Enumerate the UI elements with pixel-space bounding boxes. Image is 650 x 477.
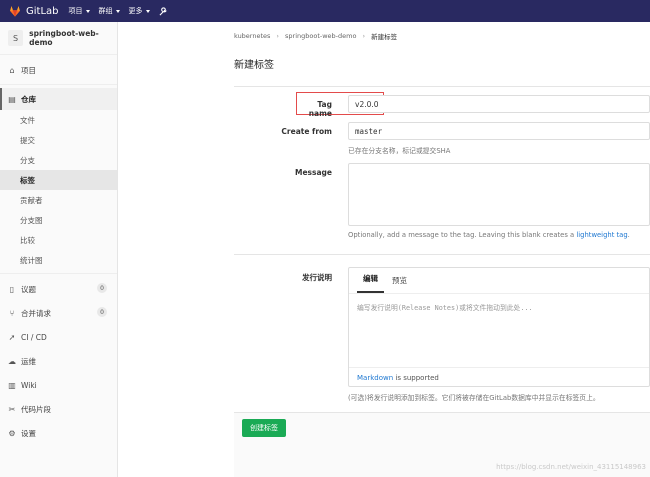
watermark-text: https://blog.csdn.net/weixin_43115148963 [496, 463, 646, 471]
create-from-help: 已存在分支名称，标记或提交SHA [348, 147, 451, 155]
lightweight-tag-link[interactable]: lightweight tag [576, 231, 627, 239]
markdown-link[interactable]: Markdown [357, 374, 393, 382]
page-title: 新建标签 [234, 60, 274, 71]
section-divider [234, 254, 650, 255]
sidebar-item-wiki[interactable]: ▥ Wiki [0, 373, 117, 397]
gitlab-logo[interactable]: GitLab [8, 4, 69, 18]
document-icon: ▤ [8, 94, 16, 104]
release-notes-label: 发行说明 [302, 273, 332, 282]
caret-down-icon [145, 9, 150, 13]
message-label: Message [295, 168, 332, 177]
editor-footer: Markdown is supported [349, 367, 649, 387]
tab-write[interactable]: 编辑 [357, 273, 384, 293]
project-name: springboot-web-demo [29, 29, 99, 47]
sidebar-item-operations[interactable]: ☁ 运维 [0, 349, 117, 373]
tab-preview[interactable]: 预览 [386, 275, 413, 293]
caret-down-icon [85, 9, 90, 13]
wrench-icon [159, 6, 167, 15]
sidebar-sub-contributors[interactable]: 贡献者 [0, 190, 117, 210]
breadcrumb-project[interactable]: springboot-web-demo [285, 32, 356, 40]
main-content: kubernetes › springboot-web-demo › 新建标签 … [118, 22, 650, 477]
rocket-icon: ➚ [8, 332, 16, 342]
sidebar-item-settings[interactable]: ⚙ 设置 [0, 421, 117, 445]
nav-more[interactable]: 更多 [129, 6, 150, 16]
brand-name: GitLab [26, 5, 59, 17]
cloud-icon: ☁ [8, 356, 16, 366]
create-from-input[interactable]: master [348, 122, 650, 140]
sidebar-sub-files[interactable]: 文件 [0, 110, 117, 130]
nav-groups[interactable]: 群组 [99, 6, 120, 16]
tag-name-label: Tag name [308, 100, 332, 118]
chevron-right-icon: › [362, 32, 366, 40]
nav-projects[interactable]: 项目 [69, 6, 90, 16]
admin-wrench-button[interactable] [159, 6, 168, 16]
message-help: Optionally, add a message to the tag. Le… [348, 231, 630, 239]
sidebar-item-merge-requests[interactable]: ⑂ 合并请求 0 [0, 301, 117, 325]
release-notes-editor: 编辑 预览 编写发行说明(Release Notes)或将文件拖动到此处... … [348, 267, 650, 387]
merge-request-icon: ⑂ [9, 308, 15, 318]
sidebar-item-repository[interactable]: ▤ 仓库 [0, 88, 117, 110]
sidebar-item-project[interactable]: ⌂ 项目 [0, 59, 117, 81]
issues-icon: ▯ [9, 284, 15, 294]
home-icon: ⌂ [9, 65, 15, 75]
breadcrumb-current: 新建标签 [371, 33, 398, 41]
project-header[interactable]: S springboot-web-demo [0, 22, 117, 55]
breadcrumb-group[interactable]: kubernetes [234, 32, 270, 40]
message-textarea[interactable] [348, 163, 650, 226]
gear-icon: ⚙ [8, 428, 16, 438]
breadcrumb: kubernetes › springboot-web-demo › 新建标签 [234, 31, 397, 41]
project-sidebar: S springboot-web-demo ⌂ 项目 ▤ 仓库 文件 提交 分支… [0, 22, 118, 477]
issues-count-badge: 0 [97, 283, 107, 293]
chevron-right-icon: › [276, 32, 280, 40]
create-from-label: Create from [281, 127, 332, 136]
sidebar-sub-charts[interactable]: 统计图 [0, 250, 117, 270]
project-avatar: S [8, 30, 24, 46]
top-navbar: GitLab 项目 群组 更多 [0, 0, 650, 22]
sidebar-sub-tags[interactable]: 标签 [0, 170, 117, 190]
sidebar-sub-commits[interactable]: 提交 [0, 130, 117, 150]
merge-requests-count-badge: 0 [97, 307, 107, 317]
sidebar-item-ci-cd[interactable]: ➚ CI / CD [0, 325, 117, 349]
release-notes-help: (可选)将发行说明添加到标签。它们将被存储在GitLab数据库中并显示在标签页上… [348, 394, 600, 402]
scissors-icon: ✂ [8, 404, 16, 414]
sidebar-sub-branches[interactable]: 分支 [0, 150, 117, 170]
title-divider [234, 86, 650, 87]
sidebar-sub-graph[interactable]: 分支图 [0, 210, 117, 230]
editor-tabs: 编辑 预览 [349, 268, 649, 294]
sidebar-item-snippets[interactable]: ✂ 代码片段 [0, 397, 117, 421]
sidebar-item-issues[interactable]: ▯ 议题 0 [0, 277, 117, 301]
gitlab-fox-icon [10, 6, 20, 17]
release-notes-textarea[interactable]: 编写发行说明(Release Notes)或将文件拖动到此处... [357, 302, 533, 312]
caret-down-icon [115, 9, 120, 13]
sidebar-sub-compare[interactable]: 比较 [0, 230, 117, 250]
create-tag-button[interactable]: 创建标签 [242, 419, 286, 437]
book-icon: ▥ [8, 380, 16, 390]
tag-name-input[interactable]: v2.0.0 [348, 95, 650, 113]
